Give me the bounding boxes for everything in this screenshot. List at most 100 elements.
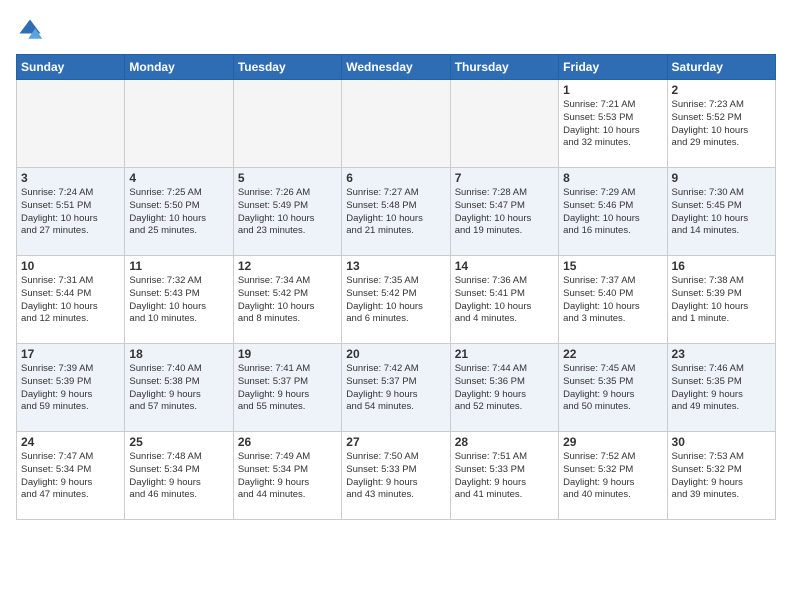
- day-info: Sunrise: 7:49 AM Sunset: 5:34 PM Dayligh…: [238, 451, 337, 502]
- day-info: Sunrise: 7:29 AM Sunset: 5:46 PM Dayligh…: [563, 187, 662, 238]
- day-number: 1: [563, 83, 662, 97]
- calendar-cell: 22 Sunrise: 7:45 AM Sunset: 5:35 PM Dayli…: [559, 344, 667, 432]
- weekday-header: Sunday: [17, 55, 125, 80]
- day-info: Sunrise: 7:53 AM Sunset: 5:32 PM Dayligh…: [672, 451, 771, 502]
- day-info: Sunrise: 7:34 AM Sunset: 5:42 PM Dayligh…: [238, 275, 337, 326]
- calendar-cell: 18Sunrise: 7:40 AM Sunset: 5:38 PM Dayli…: [125, 344, 233, 432]
- calendar-week: 1 Sunrise: 7:21 AM Sunset: 5:53 PM Daylig…: [17, 80, 776, 168]
- day-number: 15: [563, 259, 662, 273]
- calendar-cell: 10 Sunrise: 7:31 AM Sunset: 5:44 PM Dayli…: [17, 256, 125, 344]
- weekday-row: SundayMondayTuesdayWednesdayThursdayFrid…: [17, 55, 776, 80]
- calendar-cell: 12 Sunrise: 7:34 AM Sunset: 5:42 PM Dayli…: [233, 256, 341, 344]
- calendar-cell: 13 Sunrise: 7:35 AM Sunset: 5:42 PM Dayli…: [342, 256, 450, 344]
- day-info: Sunrise: 7:40 AM Sunset: 5:38 PM Dayligh…: [129, 363, 228, 414]
- calendar-cell: 14 Sunrise: 7:36 AM Sunset: 5:41 PM Dayli…: [450, 256, 558, 344]
- day-number: 14: [455, 259, 554, 273]
- day-number: 3: [21, 171, 120, 185]
- page: SundayMondayTuesdayWednesdayThursdayFrid…: [0, 0, 792, 612]
- day-info: Sunrise: 7:32 AM Sunset: 5:43 PM Dayligh…: [129, 275, 228, 326]
- calendar-cell: [450, 80, 558, 168]
- day-info: Sunrise: 7:38 AM Sunset: 5:39 PM Dayligh…: [672, 275, 771, 326]
- day-info: Sunrise: 7:27 AM Sunset: 5:48 PM Dayligh…: [346, 187, 445, 238]
- calendar: SundayMondayTuesdayWednesdayThursdayFrid…: [16, 54, 776, 520]
- day-number: 9: [672, 171, 771, 185]
- calendar-cell: [233, 80, 341, 168]
- calendar-cell: 1 Sunrise: 7:21 AM Sunset: 5:53 PM Daylig…: [559, 80, 667, 168]
- day-info: Sunrise: 7:44 AM Sunset: 5:36 PM Dayligh…: [455, 363, 554, 414]
- day-number: 29: [563, 435, 662, 449]
- calendar-cell: 17 Sunrise: 7:39 AM Sunset: 5:39 PM Dayli…: [17, 344, 125, 432]
- day-info: Sunrise: 7:21 AM Sunset: 5:53 PM Dayligh…: [563, 99, 662, 150]
- day-number: 19: [238, 347, 337, 361]
- calendar-cell: 20 Sunrise: 7:42 AM Sunset: 5:37 PM Dayli…: [342, 344, 450, 432]
- day-info: Sunrise: 7:36 AM Sunset: 5:41 PM Dayligh…: [455, 275, 554, 326]
- day-number: 20: [346, 347, 445, 361]
- day-info: Sunrise: 7:48 AM Sunset: 5:34 PM Dayligh…: [129, 451, 228, 502]
- calendar-cell: 25Sunrise: 7:48 AM Sunset: 5:34 PM Dayli…: [125, 432, 233, 520]
- calendar-cell: 28 Sunrise: 7:51 AM Sunset: 5:33 PM Dayli…: [450, 432, 558, 520]
- calendar-cell: 2Sunrise: 7:23 AM Sunset: 5:52 PM Daylig…: [667, 80, 775, 168]
- day-number: 10: [21, 259, 120, 273]
- day-number: 17: [21, 347, 120, 361]
- day-info: Sunrise: 7:25 AM Sunset: 5:50 PM Dayligh…: [129, 187, 228, 238]
- weekday-header: Saturday: [667, 55, 775, 80]
- day-info: Sunrise: 7:41 AM Sunset: 5:37 PM Dayligh…: [238, 363, 337, 414]
- day-info: Sunrise: 7:26 AM Sunset: 5:49 PM Dayligh…: [238, 187, 337, 238]
- weekday-header: Tuesday: [233, 55, 341, 80]
- day-number: 23: [672, 347, 771, 361]
- day-info: Sunrise: 7:35 AM Sunset: 5:42 PM Dayligh…: [346, 275, 445, 326]
- calendar-cell: 4Sunrise: 7:25 AM Sunset: 5:50 PM Daylig…: [125, 168, 233, 256]
- day-info: Sunrise: 7:23 AM Sunset: 5:52 PM Dayligh…: [672, 99, 771, 150]
- calendar-cell: [125, 80, 233, 168]
- day-info: Sunrise: 7:31 AM Sunset: 5:44 PM Dayligh…: [21, 275, 120, 326]
- calendar-cell: 27 Sunrise: 7:50 AM Sunset: 5:33 PM Dayli…: [342, 432, 450, 520]
- calendar-week: 10 Sunrise: 7:31 AM Sunset: 5:44 PM Dayli…: [17, 256, 776, 344]
- calendar-cell: 30 Sunrise: 7:53 AM Sunset: 5:32 PM Dayli…: [667, 432, 775, 520]
- weekday-header: Friday: [559, 55, 667, 80]
- weekday-header: Wednesday: [342, 55, 450, 80]
- day-number: 11: [129, 259, 228, 273]
- day-info: Sunrise: 7:50 AM Sunset: 5:33 PM Dayligh…: [346, 451, 445, 502]
- calendar-cell: 6 Sunrise: 7:27 AM Sunset: 5:48 PM Daylig…: [342, 168, 450, 256]
- calendar-cell: 3 Sunrise: 7:24 AM Sunset: 5:51 PM Daylig…: [17, 168, 125, 256]
- day-info: Sunrise: 7:24 AM Sunset: 5:51 PM Dayligh…: [21, 187, 120, 238]
- day-info: Sunrise: 7:45 AM Sunset: 5:35 PM Dayligh…: [563, 363, 662, 414]
- day-info: Sunrise: 7:52 AM Sunset: 5:32 PM Dayligh…: [563, 451, 662, 502]
- day-info: Sunrise: 7:46 AM Sunset: 5:35 PM Dayligh…: [672, 363, 771, 414]
- day-number: 13: [346, 259, 445, 273]
- calendar-cell: 16 Sunrise: 7:38 AM Sunset: 5:39 PM Dayli…: [667, 256, 775, 344]
- calendar-cell: 5 Sunrise: 7:26 AM Sunset: 5:49 PM Daylig…: [233, 168, 341, 256]
- calendar-cell: [342, 80, 450, 168]
- day-info: Sunrise: 7:39 AM Sunset: 5:39 PM Dayligh…: [21, 363, 120, 414]
- day-number: 21: [455, 347, 554, 361]
- day-number: 6: [346, 171, 445, 185]
- calendar-cell: 8Sunrise: 7:29 AM Sunset: 5:46 PM Daylig…: [559, 168, 667, 256]
- day-number: 30: [672, 435, 771, 449]
- logo-icon: [16, 16, 44, 44]
- day-number: 28: [455, 435, 554, 449]
- day-info: Sunrise: 7:42 AM Sunset: 5:37 PM Dayligh…: [346, 363, 445, 414]
- calendar-week: 3 Sunrise: 7:24 AM Sunset: 5:51 PM Daylig…: [17, 168, 776, 256]
- calendar-cell: [17, 80, 125, 168]
- calendar-week: 24 Sunrise: 7:47 AM Sunset: 5:34 PM Dayli…: [17, 432, 776, 520]
- day-info: Sunrise: 7:47 AM Sunset: 5:34 PM Dayligh…: [21, 451, 120, 502]
- calendar-cell: 15Sunrise: 7:37 AM Sunset: 5:40 PM Dayli…: [559, 256, 667, 344]
- calendar-week: 17 Sunrise: 7:39 AM Sunset: 5:39 PM Dayli…: [17, 344, 776, 432]
- day-number: 22: [563, 347, 662, 361]
- calendar-cell: 9Sunrise: 7:30 AM Sunset: 5:45 PM Daylig…: [667, 168, 775, 256]
- day-number: 27: [346, 435, 445, 449]
- calendar-cell: 29 Sunrise: 7:52 AM Sunset: 5:32 PM Dayli…: [559, 432, 667, 520]
- calendar-cell: 21 Sunrise: 7:44 AM Sunset: 5:36 PM Dayli…: [450, 344, 558, 432]
- day-number: 12: [238, 259, 337, 273]
- day-info: Sunrise: 7:51 AM Sunset: 5:33 PM Dayligh…: [455, 451, 554, 502]
- day-number: 5: [238, 171, 337, 185]
- day-number: 24: [21, 435, 120, 449]
- logo: [16, 16, 48, 44]
- header: [16, 16, 776, 44]
- calendar-cell: 24 Sunrise: 7:47 AM Sunset: 5:34 PM Dayli…: [17, 432, 125, 520]
- calendar-cell: 7Sunrise: 7:28 AM Sunset: 5:47 PM Daylig…: [450, 168, 558, 256]
- weekday-header: Monday: [125, 55, 233, 80]
- calendar-cell: 11 Sunrise: 7:32 AM Sunset: 5:43 PM Dayli…: [125, 256, 233, 344]
- day-number: 7: [455, 171, 554, 185]
- day-number: 16: [672, 259, 771, 273]
